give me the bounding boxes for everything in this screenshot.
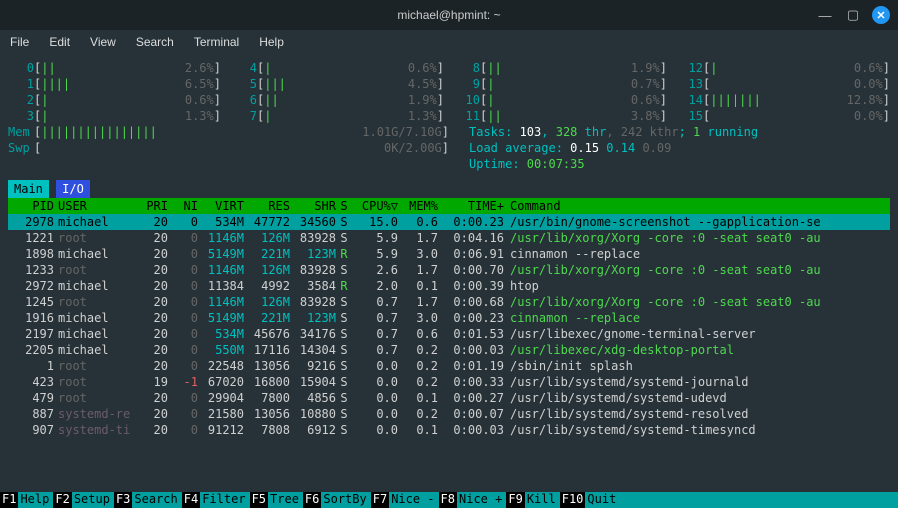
- mem-meter: Mem[||||||||||||||||1.01G/7.10G]: [8, 124, 449, 140]
- menu-terminal[interactable]: Terminal: [194, 35, 239, 49]
- tasks-line: Tasks: 103, 328 thr, 242 kthr; 1 running: [469, 124, 758, 140]
- fkey-f8[interactable]: F8Nice +: [439, 492, 507, 508]
- table-row[interactable]: 479root2002990478004856S0.00.10:00.27/us…: [8, 390, 890, 406]
- cpu-meter-8: 8[||1.9%]: [454, 60, 667, 76]
- cpu-meter-2: 2[|0.6%]: [8, 92, 221, 108]
- cpu-meter-10: 10[|0.6%]: [454, 92, 667, 108]
- table-row[interactable]: 2197michael200534M4567634176S0.70.60:01.…: [8, 326, 890, 342]
- fkey-f10[interactable]: F10Quit: [560, 492, 621, 508]
- fkey-f3[interactable]: F3Search: [114, 492, 182, 508]
- fkey-f7[interactable]: F7Nice -: [371, 492, 439, 508]
- fkey-f6[interactable]: F6SortBy: [303, 492, 371, 508]
- swp-meter: Swp[0K/2.00G]: [8, 140, 449, 156]
- cpu-meter-14: 14[|||||||12.8%]: [677, 92, 890, 108]
- table-row[interactable]: 1221root2001146M126M83928S5.91.70:04.16/…: [8, 230, 890, 246]
- tab-io[interactable]: I/O: [56, 180, 90, 198]
- fkey-f4[interactable]: F4Filter: [182, 492, 250, 508]
- table-header[interactable]: PID USER PRI NI VIRT RES SHR S CPU%▽ MEM…: [8, 198, 890, 214]
- table-row[interactable]: 887systemd-re200215801305610880S0.00.20:…: [8, 406, 890, 422]
- load-line: Load average: 0.15 0.14 0.09: [469, 140, 758, 156]
- cpu-meter-5: 5[|||4.5%]: [231, 76, 444, 92]
- cpu-meter-9: 9[|0.7%]: [454, 76, 667, 92]
- window-title: michael@hpmint: ~: [397, 8, 500, 22]
- fkey-f9[interactable]: F9Kill: [506, 492, 559, 508]
- table-row[interactable]: 1898michael2005149M221M123MR5.93.00:06.9…: [8, 246, 890, 262]
- table-row[interactable]: 1916michael2005149M221M123MS0.73.00:00.2…: [8, 310, 890, 326]
- table-row[interactable]: 1root20022548130569216S0.00.20:01.19/sbi…: [8, 358, 890, 374]
- cpu-meter-11: 11[||3.8%]: [454, 108, 667, 124]
- cpu-meter-7: 7[|1.3%]: [231, 108, 444, 124]
- titlebar: michael@hpmint: ~ — ▢ ✕: [0, 0, 898, 30]
- table-row[interactable]: 1233root2001146M126M83928S2.61.70:00.70/…: [8, 262, 890, 278]
- menu-view[interactable]: View: [90, 35, 116, 49]
- menubar: File Edit View Search Terminal Help: [0, 30, 898, 54]
- cpu-meter-4: 4[|0.6%]: [231, 60, 444, 76]
- fkey-f2[interactable]: F2Setup: [53, 492, 114, 508]
- cpu-meter-0: 0[||2.6%]: [8, 60, 221, 76]
- menu-search[interactable]: Search: [136, 35, 174, 49]
- cpu-meter-1: 1[||||6.5%]: [8, 76, 221, 92]
- minimize-button[interactable]: —: [816, 6, 834, 24]
- table-row[interactable]: 2205michael200550M1711614304S0.70.20:00.…: [8, 342, 890, 358]
- fkey-bar: F1Help F2Setup F3SearchF4FilterF5Tree F6…: [0, 492, 898, 508]
- table-row[interactable]: 423root19-1670201680015904S0.00.20:00.33…: [8, 374, 890, 390]
- table-row[interactable]: 1245root2001146M126M83928S0.71.70:00.68/…: [8, 294, 890, 310]
- maximize-button[interactable]: ▢: [844, 6, 862, 24]
- cpu-meter-15: 15[0.0%]: [677, 108, 890, 124]
- menu-edit[interactable]: Edit: [49, 35, 70, 49]
- menu-help[interactable]: Help: [259, 35, 284, 49]
- fkey-f5[interactable]: F5Tree: [250, 492, 303, 508]
- terminal-output: 0[||2.6%] 4[|0.6%] 8[||1.9%] 12[|0.6%] 1[|||…: [0, 54, 898, 438]
- cpu-meter-6: 6[||1.9%]: [231, 92, 444, 108]
- cpu-meter-3: 3[|1.3%]: [8, 108, 221, 124]
- fkey-f1[interactable]: F1Help: [0, 492, 53, 508]
- tab-main[interactable]: Main: [8, 180, 49, 198]
- uptime-line: Uptime: 00:07:35: [469, 156, 758, 172]
- close-button[interactable]: ✕: [872, 6, 890, 24]
- table-row[interactable]: 2972michael2001138449923584R2.00.10:00.3…: [8, 278, 890, 294]
- menu-file[interactable]: File: [10, 35, 29, 49]
- cpu-meter-13: 13[0.0%]: [677, 76, 890, 92]
- table-row[interactable]: 2978michael200534M4777234560S15.00.60:00…: [8, 214, 890, 230]
- cpu-meter-12: 12[|0.6%]: [677, 60, 890, 76]
- table-row[interactable]: 907systemd-ti2009121278086912S0.00.10:00…: [8, 422, 890, 438]
